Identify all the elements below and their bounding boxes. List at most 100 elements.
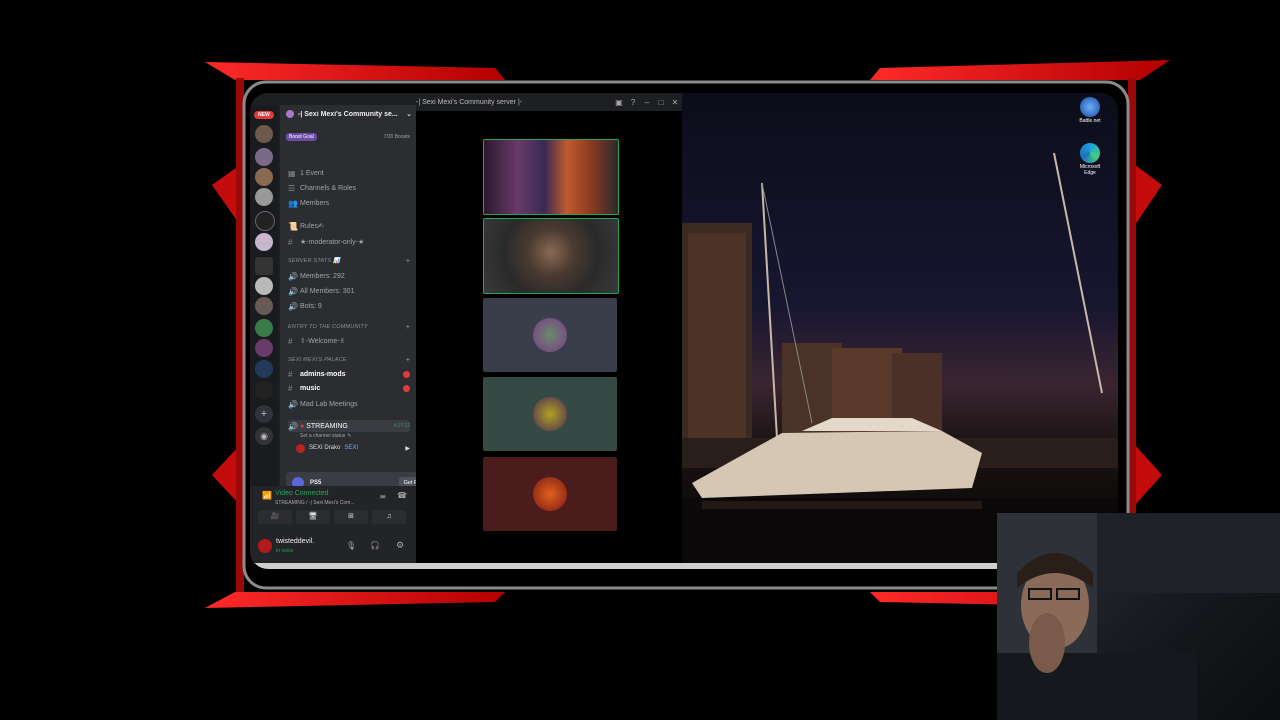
channel-label: ✌-Welcome-✌ (300, 338, 346, 345)
server-icon[interactable] (255, 297, 273, 315)
server-icon[interactable] (255, 277, 273, 295)
avatar (533, 318, 567, 352)
channel-label: Mad Lab Meetings (300, 400, 358, 408)
headphones-icon[interactable]: 🎧 (370, 541, 380, 550)
streamer-webcam-feed (997, 513, 1280, 720)
voice-channel-name: STREAMING (306, 422, 348, 430)
voice-channel-status[interactable]: Set a channel status ✎ (300, 430, 410, 442)
discord-window: -| Sexi Mexi's Community server |- ▣ ? –… (250, 93, 682, 565)
video-tile-webcam[interactable] (483, 218, 619, 294)
boost-goal-bar[interactable]: Boost Goal 7/20 Boosts (286, 132, 410, 142)
channel-item[interactable]: # music (288, 382, 410, 394)
explore-icon[interactable]: ◉ (255, 427, 273, 445)
desktop-wallpaper: Battle.net Microsoft Edge (682, 93, 1118, 563)
camera-toggle-button[interactable]: 🎥 (258, 510, 292, 524)
desktop-icon-label: Battle.net (1079, 118, 1101, 124)
plus-icon[interactable]: + (406, 324, 410, 331)
channel-item[interactable]: # ✌-Welcome-✌ (288, 335, 410, 347)
server-icon[interactable] (255, 233, 273, 251)
window-titlebar: -| Sexi Mexi's Community server |- ▣ ? –… (410, 93, 682, 111)
list-icon: ☰ (288, 183, 296, 193)
channel-item[interactable]: 🔊 All Members: 301 (288, 285, 410, 297)
voice-member[interactable]: SEXI Drako SEXI ▶ (296, 442, 410, 454)
avatar (533, 477, 567, 511)
channel-item[interactable]: # admins-mods (288, 368, 410, 380)
server-icon[interactable] (255, 211, 275, 231)
video-tile-stream[interactable] (483, 139, 619, 215)
channel-label: ★-moderator-only-★ (300, 239, 365, 246)
channel-label: Channels & Roles (300, 184, 357, 192)
close-button[interactable]: ✕ (668, 98, 682, 107)
speaker-icon: 🔊 (288, 286, 298, 296)
channel-item[interactable]: # ★-moderator-only-★ (288, 236, 410, 248)
channel-status-text: Set a channel status (300, 433, 346, 439)
hash-icon: # (288, 336, 293, 346)
unread-badge (403, 370, 410, 378)
activities-button[interactable]: ⊞ (334, 510, 368, 524)
channel-label: Members (300, 199, 330, 207)
server-name: -| Sexi Mexi's Community se... (298, 110, 398, 118)
server-header[interactable]: -| Sexi Mexi's Community se... ⌄ (286, 107, 412, 121)
minimize-button[interactable]: – (640, 98, 654, 107)
voice-location[interactable]: STREAMING / -| Sexi Mexi's Com... (275, 500, 355, 506)
boost-count: 7/20 Boosts (383, 134, 410, 140)
server-icon[interactable] (255, 257, 273, 275)
signal-icon[interactable]: 📶 (262, 491, 272, 500)
avatar[interactable] (258, 539, 272, 553)
chevron-down-icon: ⌄ (406, 111, 412, 118)
speaker-icon: 🔊 (288, 301, 298, 311)
desktop-icon-edge[interactable]: Microsoft Edge (1074, 143, 1106, 176)
live-dot-icon: ● (300, 422, 305, 430)
maximize-button[interactable]: □ (654, 98, 668, 107)
noise-suppression-icon[interactable]: 𝍢 (380, 492, 386, 503)
channel-label: Members: 292 (300, 272, 345, 280)
windows-taskbar (250, 563, 1118, 569)
soundboard-button[interactable]: ♫ (372, 510, 406, 524)
server-icon[interactable] (255, 125, 273, 143)
microphone-icon[interactable]: 🎙 (346, 541, 356, 550)
voice-connection-panel: 📶 Video Connected STREAMING / -| Sexi Me… (250, 486, 416, 532)
rules-icon: 📜 (288, 221, 298, 231)
channel-label: admins-mods (300, 370, 346, 378)
video-tile-avatar[interactable] (483, 298, 617, 372)
category-label: SEXI MEXI'S PALACE (288, 357, 347, 363)
server-icon[interactable] (255, 168, 273, 186)
channel-category[interactable]: ENTRY TO THE COMMUNITY + (288, 321, 410, 333)
plus-icon[interactable]: + (406, 258, 410, 265)
server-icon[interactable] (255, 148, 273, 166)
edge-icon (1080, 143, 1100, 163)
hash-icon: # (288, 237, 293, 247)
channel-category[interactable]: SERVER STATS 📊 + (288, 255, 410, 267)
plus-icon[interactable]: + (406, 357, 410, 364)
disconnect-icon[interactable]: ☎ (397, 491, 407, 500)
members-icon: 👥 (288, 198, 298, 208)
desktop-icon-battlenet[interactable]: Battle.net (1074, 97, 1106, 124)
server-icon[interactable] (255, 319, 273, 337)
channel-item[interactable]: 🔊 Bots: 9 (288, 300, 410, 312)
channel-item[interactable]: 🔊 Mad Lab Meetings (288, 398, 410, 410)
server-icon[interactable] (255, 188, 273, 206)
video-tile-avatar[interactable] (483, 457, 617, 531)
channel-item[interactable]: 📜 Rules✍ (288, 220, 410, 232)
channel-item[interactable]: ☰ Channels & Roles (288, 182, 410, 194)
window-title: -| Sexi Mexi's Community server |- (416, 98, 523, 106)
pencil-icon: ✎ (347, 433, 352, 439)
avatar (296, 443, 305, 453)
add-server-icon[interactable]: + (255, 405, 273, 423)
help-icon[interactable]: ? (626, 98, 640, 107)
video-tile-avatar[interactable] (483, 377, 617, 451)
channel-category[interactable]: SEXI MEXI'S PALACE + (288, 354, 410, 366)
server-icon[interactable] (255, 381, 273, 399)
boost-goal-label: Boost Goal (286, 133, 317, 141)
channel-item[interactable]: ▦ 1 Event (288, 167, 410, 179)
inbox-icon[interactable]: ▣ (612, 98, 626, 107)
harbor-wallpaper-image (682, 152, 1118, 563)
server-icon[interactable] (255, 360, 273, 378)
screen-share-button[interactable]: 🖥 (296, 510, 330, 524)
desktop-screen: -| Sexi Mexi's Community server |- ▣ ? –… (250, 93, 1118, 569)
server-icon[interactable] (255, 339, 273, 357)
gear-icon[interactable]: ⚙ (396, 540, 404, 551)
channel-item[interactable]: 🔊 Members: 292 (288, 270, 410, 282)
speaker-icon: 🔊 (288, 271, 298, 281)
channel-item[interactable]: 👥 Members (288, 197, 410, 209)
